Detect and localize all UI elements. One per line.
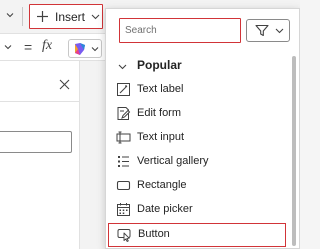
menu-item-vertical-gallery[interactable]: Vertical gallery <box>106 150 290 174</box>
filter-button[interactable] <box>246 19 290 42</box>
chevron-down-icon <box>275 28 284 34</box>
menu-item-label: Vertical gallery <box>137 155 209 167</box>
filter-icon <box>255 24 269 37</box>
menu-item-label: Button <box>138 228 170 240</box>
properties-panel <box>0 61 80 249</box>
menu-item-rectangle[interactable]: Rectangle <box>106 174 290 198</box>
insert-button[interactable]: Insert <box>29 4 103 29</box>
insert-button-label: Insert <box>55 9 86 24</box>
plus-icon <box>37 11 48 22</box>
section-header-popular[interactable]: Popular <box>106 56 290 78</box>
chevron-down-icon[interactable] <box>4 43 12 51</box>
menu-item-label: Rectangle <box>137 179 187 191</box>
copilot-icon <box>75 43 85 55</box>
chevron-down-icon[interactable] <box>6 11 14 19</box>
copilot-button[interactable] <box>68 39 102 58</box>
property-input[interactable] <box>0 131 72 153</box>
menu-item-label: Edit form <box>137 107 182 119</box>
search-input[interactable] <box>125 20 235 40</box>
menu-item-label: Text label <box>137 83 184 95</box>
chevron-down-icon <box>91 14 100 20</box>
edit-form-icon <box>117 107 131 120</box>
scrollbar[interactable] <box>292 56 296 246</box>
button-icon <box>117 229 131 242</box>
menu-item-text-input[interactable]: Text input <box>106 126 290 150</box>
insert-menu: Popular Text label Edit form <box>105 8 300 249</box>
menu-item-button[interactable]: Button <box>108 223 286 247</box>
section-title: Popular <box>137 58 182 72</box>
app-window: Insert = fx Search Popular Text label Ed… <box>0 0 300 249</box>
chevron-down-icon <box>91 47 99 52</box>
toolbar-divider <box>22 7 23 26</box>
vertical-gallery-icon <box>118 156 129 167</box>
chevron-down-icon <box>118 64 127 70</box>
menu-item-label: Date picker <box>137 203 193 215</box>
text-input-icon <box>116 131 131 144</box>
menu-item-edit-form[interactable]: Edit form <box>106 102 290 126</box>
search-box[interactable] <box>119 18 241 43</box>
equals-sign: = <box>24 39 33 55</box>
menu-item-date-picker[interactable]: Date picker <box>106 198 290 222</box>
date-picker-icon <box>117 203 130 216</box>
panel-divider <box>0 101 80 102</box>
text-label-icon <box>117 83 130 96</box>
close-icon[interactable] <box>59 79 70 90</box>
menu-item-text-label[interactable]: Text label <box>106 78 290 102</box>
rectangle-icon <box>116 180 131 191</box>
menu-item-label: Text input <box>137 131 185 143</box>
fx-icon[interactable]: fx <box>42 38 52 54</box>
